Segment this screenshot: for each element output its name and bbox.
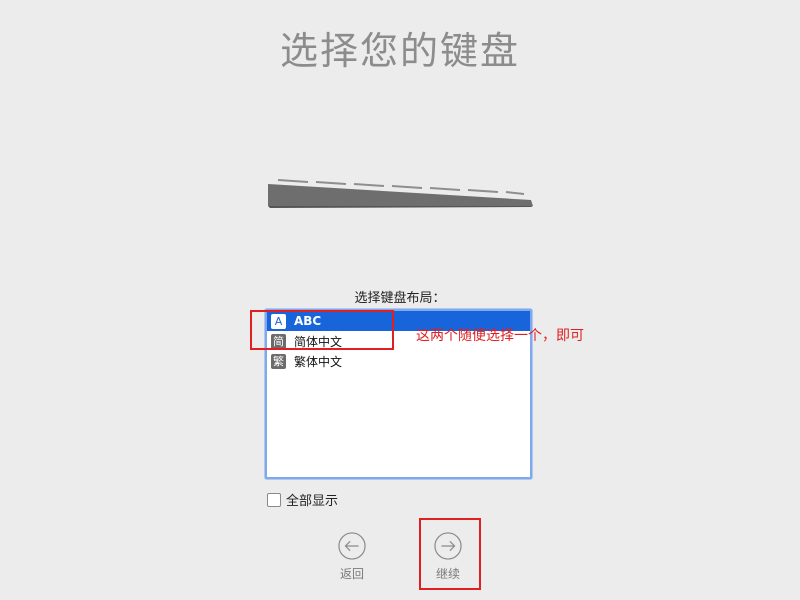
page-title: 选择您的键盘 bbox=[279, 29, 520, 73]
back-label: 返回 bbox=[339, 567, 364, 581]
back-button[interactable]: 返回 bbox=[322, 532, 382, 582]
keyboard-layout-label: 选择键盘布局： bbox=[354, 291, 446, 306]
traditional-chinese-icon: 繁 bbox=[271, 353, 286, 369]
annotation-box-layouts bbox=[250, 310, 394, 350]
layout-item-traditional-chinese[interactable]: 繁 繁体中文 bbox=[267, 351, 530, 371]
keyboard-illustration bbox=[268, 179, 533, 208]
show-all-checkbox[interactable] bbox=[267, 492, 281, 507]
annotation-text: 这两个随便选择一个，即可 bbox=[416, 328, 584, 344]
layout-item-label: 繁体中文 bbox=[294, 354, 343, 369]
show-all-label: 全部显示 bbox=[286, 494, 339, 509]
show-all-option[interactable]: 全部显示 bbox=[267, 490, 338, 509]
annotation-box-continue bbox=[419, 518, 481, 590]
arrow-left-icon bbox=[338, 532, 366, 560]
